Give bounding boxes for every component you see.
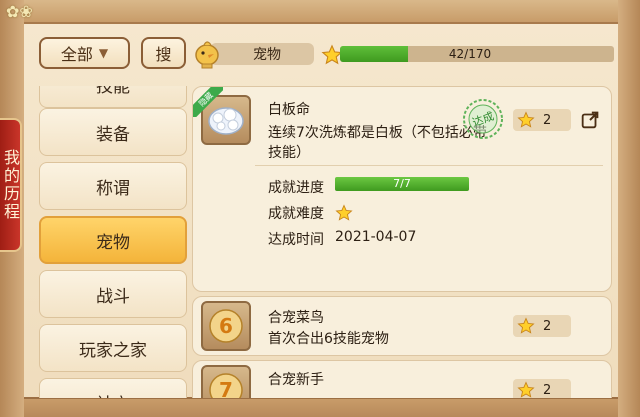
category-label: 社交 — [96, 390, 130, 399]
achievement-title: 白板命 — [268, 102, 310, 118]
reward-box: 2 — [513, 379, 571, 398]
progress-label: 成就进度 — [268, 180, 324, 196]
category-item-battle[interactable]: 战斗 — [39, 270, 187, 318]
category-list: 技能 装备 称谓 宠物 战斗 玩家之家 社交 — [39, 86, 187, 398]
hidden-ribbon-badge: 隐藏 — [193, 87, 223, 117]
category-label: 宠物 — [96, 232, 130, 253]
filter-dropdown[interactable]: 全部 ▼ — [39, 37, 130, 69]
difficulty-star-icon — [335, 204, 353, 221]
achievement-list: 隐藏 白板命 连续7次洗炼都是白板（不包括必带 技能） 2 成就进度 7/7 成… — [192, 82, 612, 398]
difficulty-label: 成就难度 — [268, 206, 324, 222]
frame-right-border — [618, 0, 640, 417]
search-button[interactable]: 搜 — [141, 37, 186, 69]
category-label: 称谓 — [96, 178, 130, 199]
category-item-equipment[interactable]: 装备 — [39, 108, 187, 156]
achievement-card[interactable]: 6 合宠菜鸟 首次合出6技能宠物 2 — [192, 296, 612, 356]
achievement-card-expanded[interactable]: 隐藏 白板命 连续7次洗炼都是白板（不包括必带 技能） 2 成就进度 7/7 成… — [192, 86, 612, 292]
side-tab-my-history[interactable]: 我的历程 — [0, 118, 22, 252]
category-title-label: 宠物 — [253, 47, 281, 63]
reward-box: 2 — [513, 109, 571, 131]
achievement-progress-text: 7/7 — [393, 177, 411, 190]
achievement-desc-line2: 技能） — [268, 145, 310, 161]
achievement-number: 6 — [219, 314, 233, 338]
search-label: 搜 — [155, 45, 172, 64]
card-divider — [255, 165, 603, 166]
achievement-title: 合宠菜鸟 — [268, 310, 324, 326]
achievement-icon: 6 — [201, 301, 251, 351]
filter-label: 全部 — [60, 45, 93, 64]
flower-decoration-icon: ✿❀ — [6, 2, 33, 21]
chevron-down-icon: ▼ — [98, 46, 109, 60]
category-item-title[interactable]: 称谓 — [39, 162, 187, 210]
achievement-card[interactable]: 7 合宠新手 2 — [192, 360, 612, 398]
frame-bottom-border — [0, 397, 640, 417]
achievement-desc: 首次合出6技能宠物 — [268, 331, 389, 347]
side-tab-label: 我的历程 — [1, 149, 20, 221]
pet-chick-icon — [190, 37, 224, 71]
reward-value: 2 — [543, 382, 552, 398]
achievement-desc-line1: 连续7次洗炼都是白板（不包括必带 — [268, 125, 487, 141]
category-item-social[interactable]: 社交 — [39, 378, 187, 398]
achievement-icon: 7 — [201, 365, 251, 398]
category-label: 玩家之家 — [79, 340, 147, 361]
achievement-number: 7 — [219, 378, 233, 398]
share-icon[interactable] — [579, 109, 601, 131]
reward-box: 2 — [513, 315, 571, 337]
achieved-date: 2021-04-07 — [335, 229, 417, 245]
category-item-skill[interactable]: 技能 — [39, 86, 187, 108]
category-label: 技能 — [96, 86, 130, 97]
achieved-stamp-icon: 达成 — [463, 99, 503, 139]
reward-value: 2 — [543, 318, 552, 334]
frame-top-border — [0, 0, 640, 24]
reward-value: 2 — [543, 112, 552, 128]
hidden-badge-label: 隐藏 — [193, 87, 223, 117]
category-item-pet[interactable]: 宠物 — [39, 216, 187, 264]
category-item-player-home[interactable]: 玩家之家 — [39, 324, 187, 372]
reward-star-icon — [517, 111, 535, 128]
total-progress-fill — [340, 46, 408, 62]
category-label: 战斗 — [96, 286, 130, 307]
category-title: 宠物 — [210, 43, 314, 65]
date-label: 达成时间 — [268, 232, 324, 248]
reward-star-icon — [517, 317, 535, 334]
category-label: 装备 — [96, 124, 130, 145]
total-progress-text: 42/170 — [448, 47, 492, 61]
reward-star-icon — [517, 381, 535, 398]
achievement-title: 合宠新手 — [268, 372, 324, 388]
